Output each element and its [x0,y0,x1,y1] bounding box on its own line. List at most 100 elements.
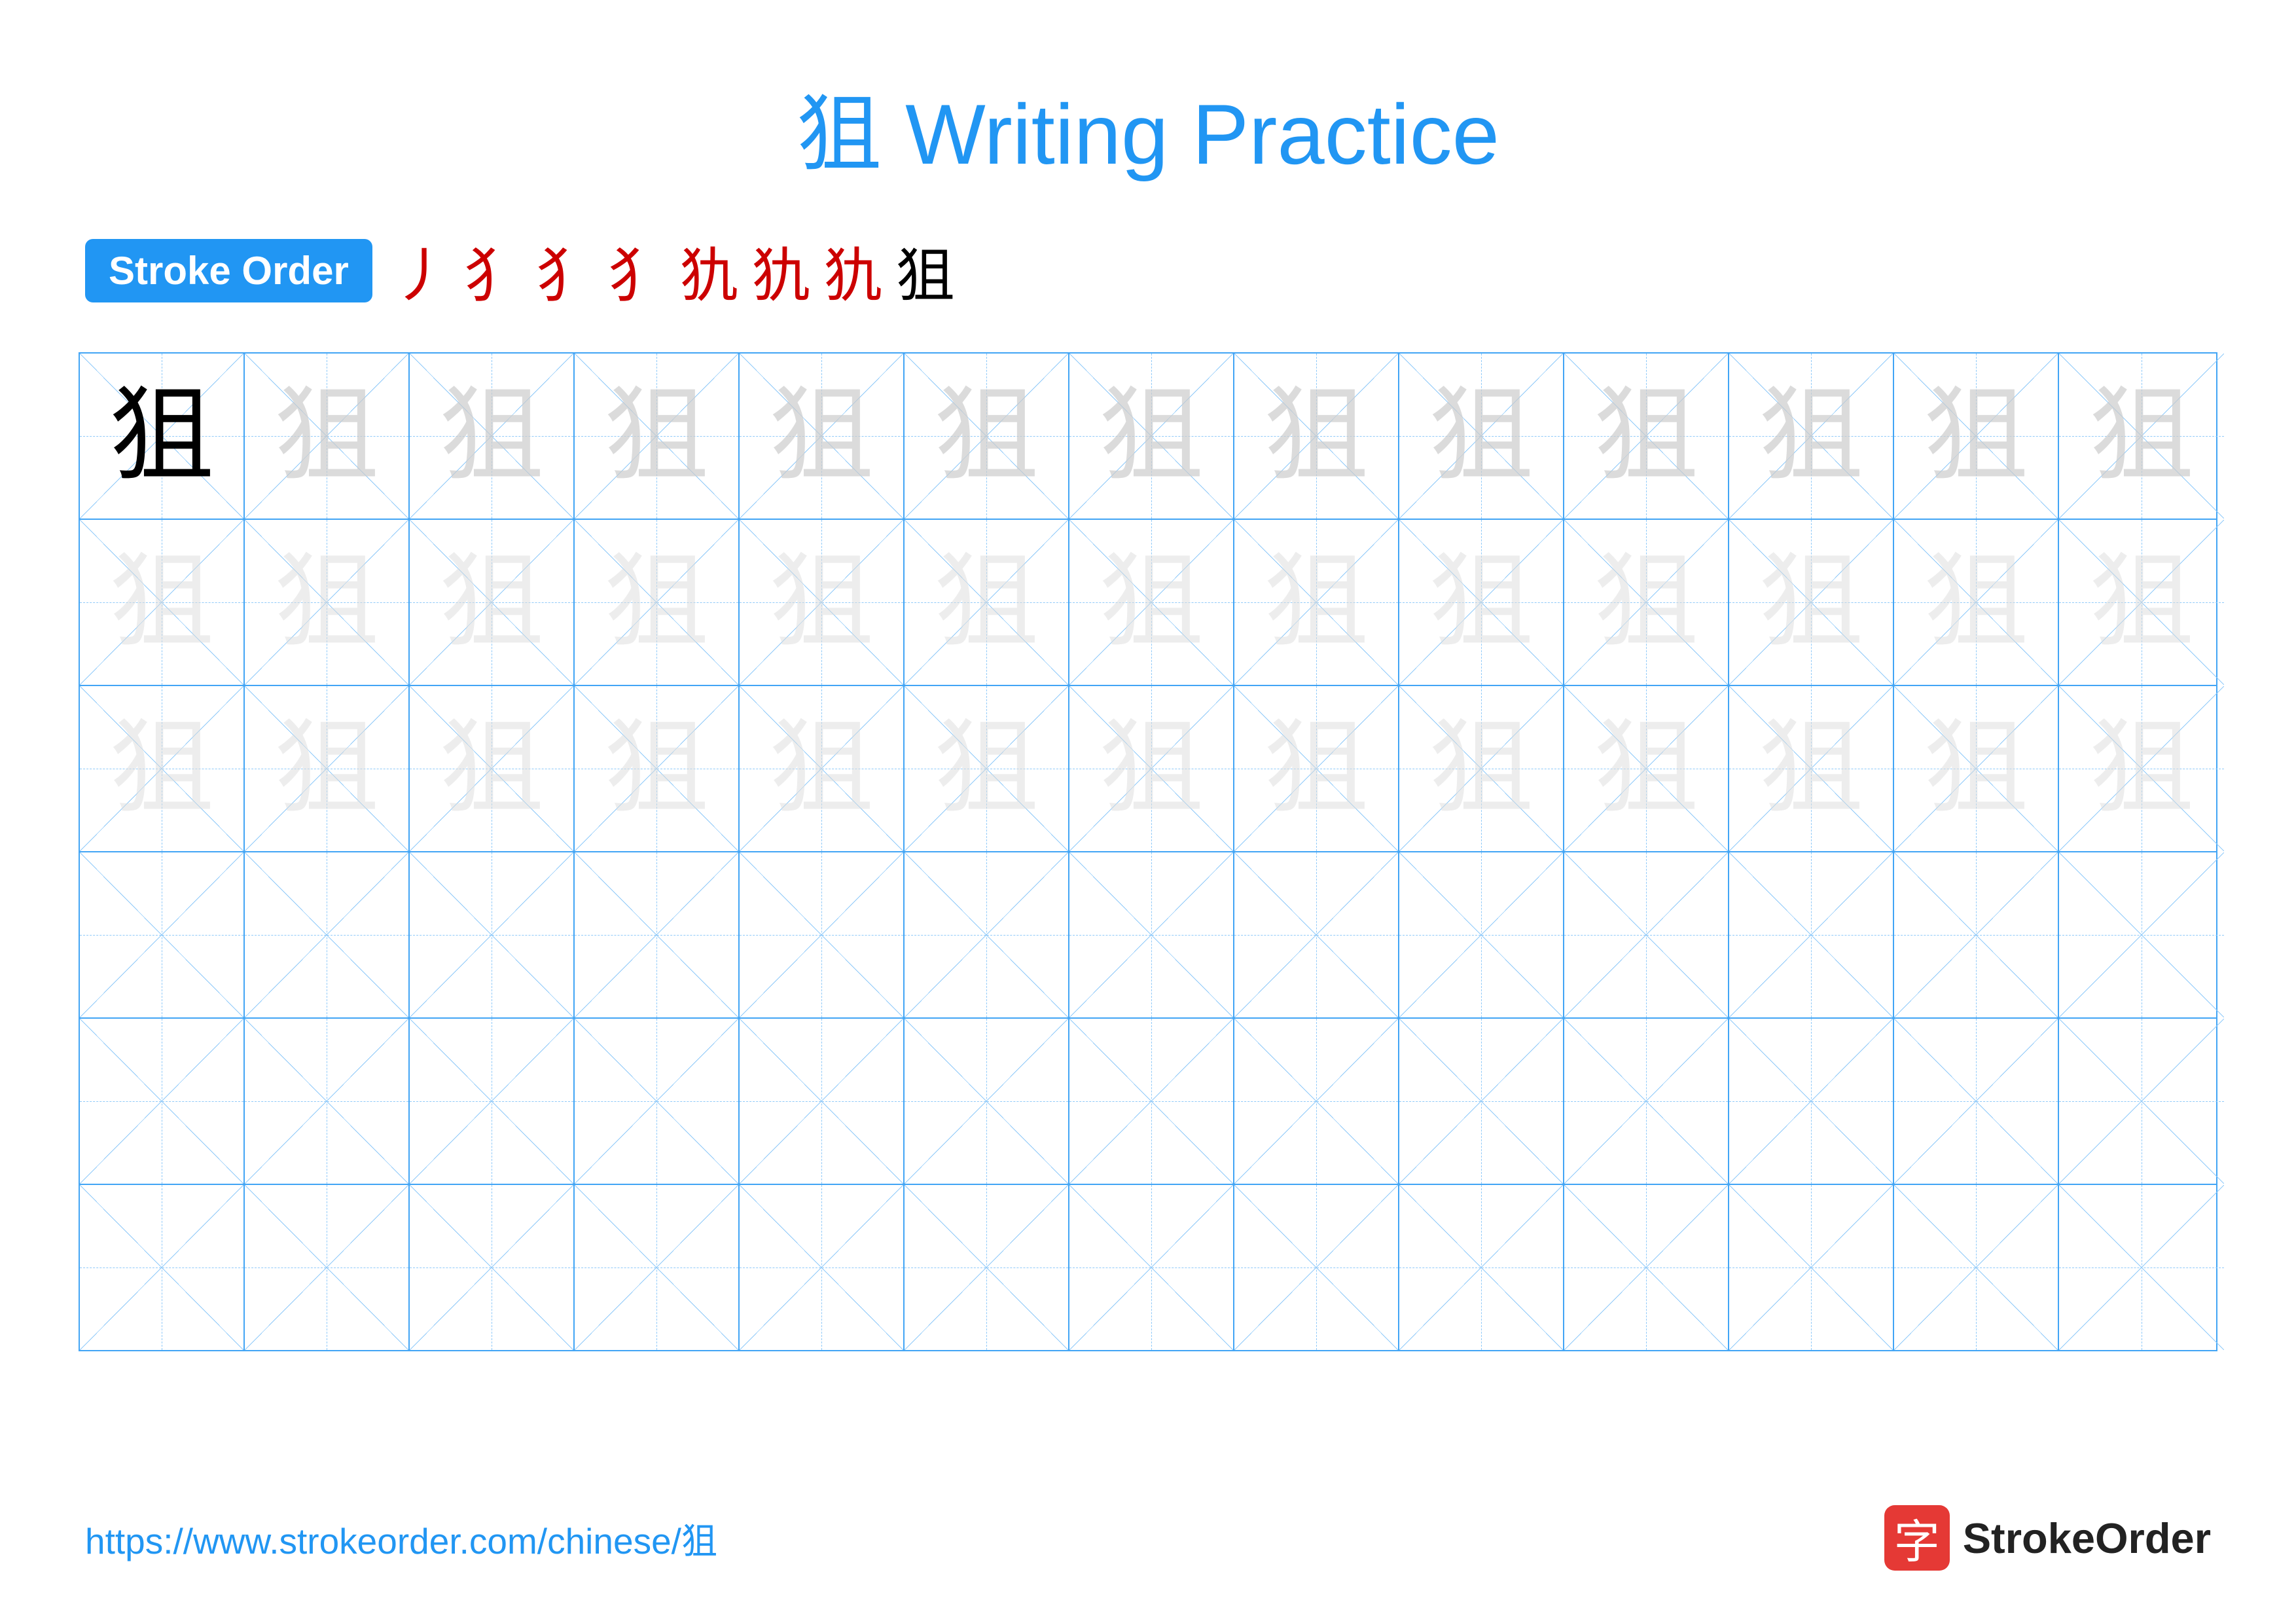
grid-cell [410,1019,575,1184]
grid-cell: 狙 [2059,354,2224,519]
cell-guide [575,1019,738,1184]
cell-guide [575,1185,738,1350]
grid-cell: 狙 [1894,686,2059,851]
char-lighter: 狙 [1264,550,1369,655]
grid-cell: 狙 [410,686,575,851]
char-lighter: 狙 [1594,550,1698,655]
cell-guide [245,1019,408,1184]
grid-cell [80,1185,245,1350]
cell-guide [1069,1185,1233,1350]
cell-guide [1069,852,1233,1017]
grid-cell [1069,1019,1234,1184]
grid-cell [2059,1185,2224,1350]
stroke-8: 狙 [896,228,955,313]
grid-cell: 狙 [1894,520,2059,685]
stroke-order-badge: Stroke Order [85,239,372,302]
char-lighter: 狙 [604,550,709,655]
char-lighter: 狙 [934,716,1039,821]
grid-cell [1399,1185,1564,1350]
logo-icon: 字 [1884,1505,1950,1571]
grid-cell [1234,1185,1399,1350]
stroke-3: 犭 [536,228,595,313]
stroke-chars: 丿 犭 犭 犭 犰 犰 犰 狙 [392,228,955,313]
cell-guide [1894,852,2058,1017]
grid-cell [1399,852,1564,1017]
cell-guide [1729,1185,1893,1350]
grid-cell [575,852,740,1017]
char-light: 狙 [604,384,709,488]
grid-cell: 狙 [1894,354,2059,519]
grid-cell [1729,1185,1894,1350]
char-lighter: 狙 [109,716,214,821]
grid-cell: 狙 [575,520,740,685]
grid-cell [2059,1019,2224,1184]
grid-cell: 狙 [2059,520,2224,685]
grid-cell: 狙 [1564,354,1729,519]
grid-cell [1069,852,1234,1017]
grid-cell [740,852,905,1017]
grid-cell: 狙 [905,686,1069,851]
cell-guide [1729,1019,1893,1184]
char-light: 狙 [274,384,379,488]
char-lighter: 狙 [109,550,214,655]
cell-guide [1564,1019,1728,1184]
char-lighter: 狙 [2089,716,2194,821]
cell-guide [1399,852,1563,1017]
grid-cell [245,1185,410,1350]
char-light: 狙 [2089,384,2194,488]
grid-cell [740,1185,905,1350]
char-lighter: 狙 [1429,550,1534,655]
grid-cell: 狙 [905,520,1069,685]
char-light: 狙 [1429,384,1534,488]
cell-guide [410,1185,573,1350]
cell-guide [80,1019,243,1184]
grid-cell [1234,852,1399,1017]
grid-cell: 狙 [80,354,245,519]
grid-cell [575,1019,740,1184]
char-lighter: 狙 [439,550,544,655]
grid-cell [1894,852,2059,1017]
char-dark: 狙 [109,384,214,488]
grid-cell: 狙 [80,686,245,851]
stroke-1: 丿 [392,228,451,313]
practice-grid: 狙 狙 狙 狙 狙 狙 狙 狙 [79,352,2217,1351]
grid-cell: 狙 [1729,520,1894,685]
logo-text: StrokeOrder [1963,1514,2211,1563]
grid-cell: 狙 [1069,520,1234,685]
grid-cell: 狙 [2059,686,2224,851]
char-lighter: 狙 [439,716,544,821]
char-light: 狙 [1759,384,1863,488]
grid-cell: 狙 [1564,686,1729,851]
cell-guide [1894,1185,2058,1350]
grid-cell [1564,1185,1729,1350]
grid-cell [740,1019,905,1184]
logo-char: 字 [1894,1505,1940,1571]
grid-cell: 狙 [1234,520,1399,685]
title-section: 狙 Writing Practice [0,0,2296,189]
char-light: 狙 [1099,384,1204,488]
grid-cell: 狙 [1069,686,1234,851]
grid-row-6 [80,1185,2216,1350]
cell-guide [740,1019,903,1184]
grid-cell [905,1019,1069,1184]
cell-guide [905,852,1068,1017]
grid-cell [1729,852,1894,1017]
cell-guide [905,1019,1068,1184]
char-lighter: 狙 [274,550,379,655]
grid-cell: 狙 [410,520,575,685]
grid-cell: 狙 [575,686,740,851]
char-light: 狙 [439,384,544,488]
grid-cell [1729,1019,1894,1184]
grid-cell [1234,1019,1399,1184]
char-lighter: 狙 [1264,716,1369,821]
grid-cell [905,852,1069,1017]
grid-cell [245,852,410,1017]
cell-guide [575,852,738,1017]
char-light: 狙 [1594,384,1698,488]
grid-cell: 狙 [245,354,410,519]
grid-cell: 狙 [1069,354,1234,519]
char-lighter: 狙 [769,550,874,655]
grid-cell: 狙 [1234,686,1399,851]
cell-guide [740,852,903,1017]
cell-guide [1234,1185,1398,1350]
